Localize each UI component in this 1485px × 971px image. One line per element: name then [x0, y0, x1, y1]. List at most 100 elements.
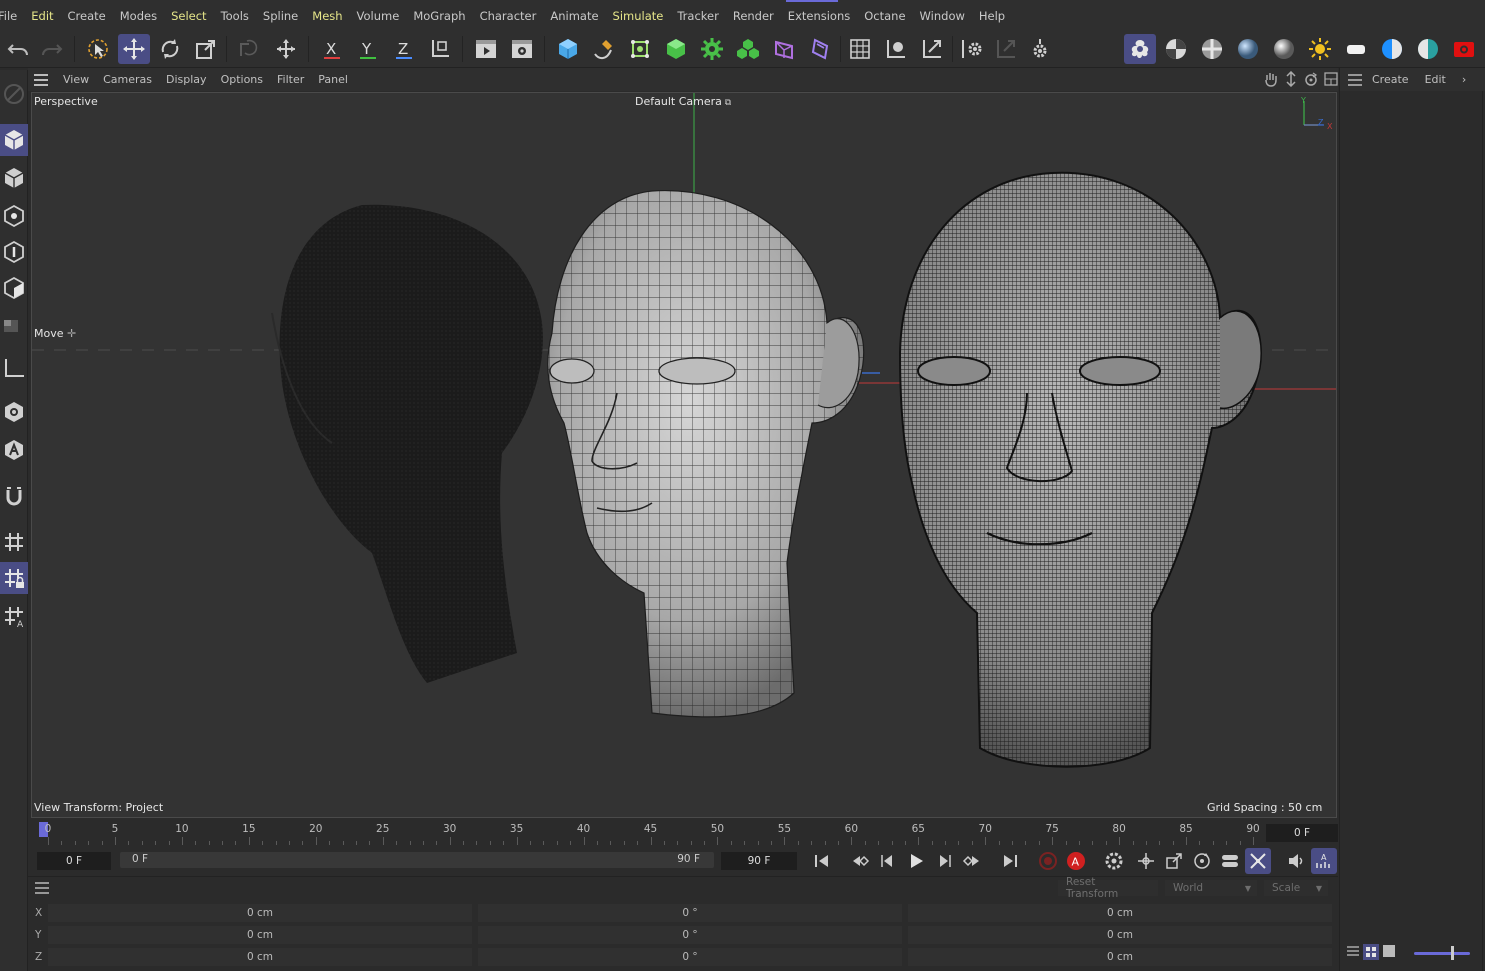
octane-camera-imager-button[interactable]: [1376, 34, 1408, 64]
octane-sphere-button[interactable]: [1232, 34, 1264, 64]
menu-tracker[interactable]: Tracker: [670, 9, 726, 23]
menu-extensions[interactable]: Extensions: [781, 9, 857, 23]
cloner-button[interactable]: [696, 34, 728, 64]
key-position-button[interactable]: [1133, 848, 1159, 874]
zoom-slider-knob[interactable]: [1451, 946, 1454, 960]
next-frame-button[interactable]: [931, 848, 957, 874]
play-button[interactable]: [903, 848, 929, 874]
viewport-menu-filter[interactable]: Filter: [270, 73, 311, 86]
menu-simulate[interactable]: Simulate: [606, 9, 671, 23]
subdivision-surface-button[interactable]: [624, 34, 656, 64]
right-menu-more[interactable]: ›: [1454, 73, 1474, 86]
menu-character[interactable]: Character: [473, 9, 544, 23]
position-field[interactable]: 0 cm: [48, 904, 472, 922]
redo-button[interactable]: [36, 34, 68, 64]
undo-button[interactable]: [2, 34, 34, 64]
octane-checker-button[interactable]: [1196, 34, 1228, 64]
make-editable-button[interactable]: [0, 78, 28, 110]
rotate-tool-button[interactable]: [154, 34, 186, 64]
uv-mode-button[interactable]: [0, 310, 28, 342]
render-view-button[interactable]: [470, 34, 502, 64]
pan-hand-icon[interactable]: [1264, 71, 1278, 87]
head-highpoly-mesh[interactable]: [898, 171, 1262, 768]
preview-range-slider[interactable]: 0 F 90 F: [120, 852, 714, 868]
auto-workplane-button[interactable]: A: [0, 600, 28, 632]
panel-hamburger-icon[interactable]: [1348, 73, 1362, 86]
maximize-view-icon[interactable]: [1324, 71, 1338, 87]
key-parameter-button[interactable]: [1217, 848, 1243, 874]
menu-file[interactable]: File: [0, 9, 24, 23]
autokey-button[interactable]: A: [1063, 848, 1089, 874]
zoom-slider-track[interactable]: [1414, 952, 1470, 955]
next-key-button[interactable]: [959, 848, 985, 874]
position-field[interactable]: 0 cm: [48, 926, 472, 944]
viewport-menu-display[interactable]: Display: [159, 73, 214, 86]
field-button[interactable]: [804, 34, 836, 64]
octane-daylight-button[interactable]: [1304, 34, 1336, 64]
current-frame-field[interactable]: 0 F: [1266, 824, 1338, 842]
orbit-icon[interactable]: [1304, 71, 1318, 87]
menu-spline[interactable]: Spline: [256, 9, 305, 23]
render-settings-button[interactable]: [506, 34, 538, 64]
menu-octane[interactable]: Octane: [857, 9, 912, 23]
edge-mode-button[interactable]: [0, 236, 28, 268]
octane-glossy-button[interactable]: [1268, 34, 1300, 64]
extrude-button[interactable]: [660, 34, 692, 64]
menu-window[interactable]: Window: [913, 9, 972, 23]
lock-z-axis-button[interactable]: Z: [388, 34, 420, 64]
key-rotation-button[interactable]: [1189, 848, 1215, 874]
move-tool-button[interactable]: [118, 34, 150, 64]
solo-button[interactable]: [0, 396, 28, 428]
model-mode-button[interactable]: [0, 124, 28, 156]
lock-y-axis-button[interactable]: Y: [352, 34, 384, 64]
lock-x-axis-button[interactable]: X: [316, 34, 348, 64]
rotation-field[interactable]: 0 °: [478, 904, 902, 922]
keyframe-settings-button[interactable]: [1101, 848, 1127, 874]
spline-pen-button[interactable]: [588, 34, 620, 64]
scale-field[interactable]: 0 cm: [908, 904, 1332, 922]
coordinate-system-button[interactable]: [424, 34, 456, 64]
octane-render-button[interactable]: [1448, 34, 1480, 64]
octane-postprocess-button[interactable]: [1412, 34, 1444, 64]
hamburger-icon[interactable]: [34, 73, 48, 86]
workplane-button[interactable]: [916, 34, 948, 64]
menu-help[interactable]: Help: [972, 9, 1012, 23]
snap-settings-button[interactable]: [956, 34, 988, 64]
camera-label[interactable]: Default Camera ⧉: [635, 95, 731, 108]
sound-button[interactable]: [1283, 848, 1309, 874]
coord-mode-dropdown[interactable]: Scale ▼: [1264, 880, 1328, 896]
grid-workplane-button[interactable]: [844, 34, 876, 64]
scale-field[interactable]: 0 cm: [908, 948, 1332, 966]
start-frame-field[interactable]: 0 F: [37, 852, 111, 870]
list-view-icon[interactable]: [1346, 944, 1360, 958]
mograph-button[interactable]: [732, 34, 764, 64]
rotation-field[interactable]: 0 °: [478, 926, 902, 944]
viewport-menu-options[interactable]: Options: [214, 73, 270, 86]
goto-end-button[interactable]: [997, 848, 1023, 874]
3d-viewport[interactable]: Perspective Default Camera ⧉ Move ✛ View…: [31, 92, 1337, 818]
key-pla-button[interactable]: [1245, 848, 1271, 874]
tweak-mode-button[interactable]: [0, 480, 28, 512]
scale-field[interactable]: 0 cm: [908, 926, 1332, 944]
viewport-menu-panel[interactable]: Panel: [311, 73, 355, 86]
cube-button[interactable]: [552, 34, 584, 64]
right-menu-edit[interactable]: Edit: [1417, 73, 1454, 86]
timeline-mode-button[interactable]: A: [1311, 848, 1337, 874]
menu-edit[interactable]: Edit: [24, 9, 60, 23]
timeline-ruler[interactable]: 0 F 0 5 10 15 20 25 30 35 40 45 50 55 60 65 70 75 80 85 90: [28, 819, 1338, 847]
snap-button[interactable]: [880, 34, 912, 64]
goto-start-button[interactable]: [809, 848, 835, 874]
locked-workplane-button[interactable]: [0, 562, 28, 594]
octane-live-viewer-button[interactable]: [1124, 34, 1156, 64]
axis-snap-button[interactable]: [990, 34, 1022, 64]
menu-modes[interactable]: Modes: [113, 9, 164, 23]
head-pointcloud[interactable]: [271, 204, 543, 683]
polygon-mode-button[interactable]: [0, 272, 28, 304]
rotation-field[interactable]: 0 °: [478, 948, 902, 966]
octane-arealight-button[interactable]: [1340, 34, 1372, 64]
live-selection-button[interactable]: [82, 34, 114, 64]
transform-tool-button[interactable]: [270, 34, 302, 64]
recent-tool-button[interactable]: [232, 34, 264, 64]
grid-view-icon[interactable]: [1363, 944, 1379, 960]
single-view-icon[interactable]: [1382, 944, 1396, 958]
